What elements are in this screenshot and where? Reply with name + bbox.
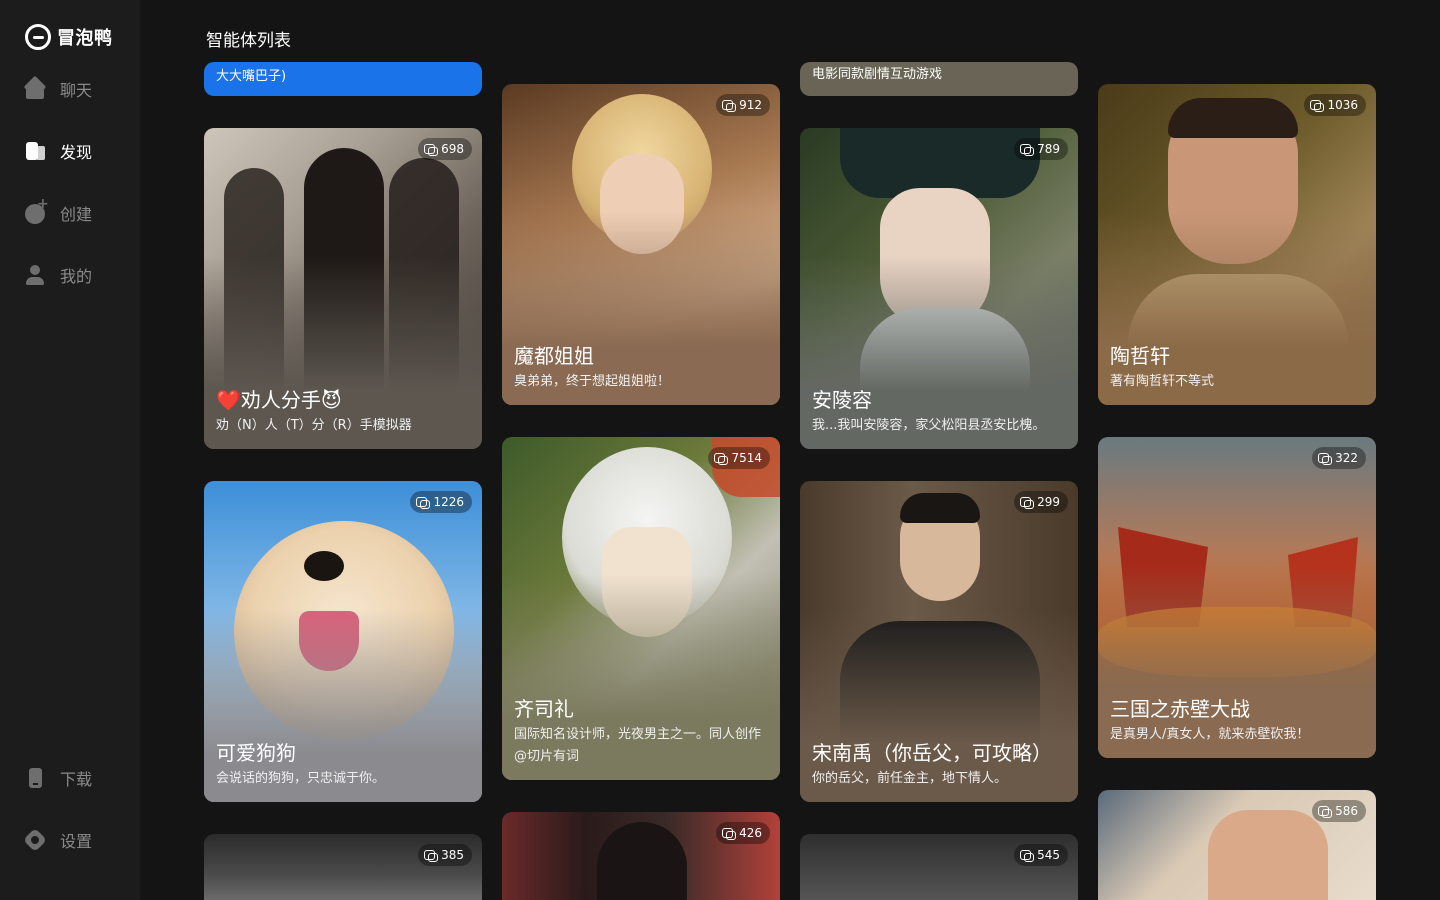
sidebar-item-download[interactable]: 下载 [24, 766, 92, 790]
agent-card-desc: 你的岳父，前任金主，地下情人。 [812, 771, 1008, 786]
agent-card[interactable]: 大大嘴巴子) [204, 62, 482, 96]
chat-bubble-icon [1310, 99, 1325, 112]
chat-count: 789 [1037, 142, 1060, 156]
agent-card-desc: 国际知名设计师，光夜男主之一。同人创作@切片有词 [514, 727, 762, 764]
agent-card[interactable]: 698 ❤️劝人分手😈 劝（N）人（T）分（R）手模拟器 [204, 128, 482, 449]
logo-text: 冒泡鸭 [57, 28, 113, 49]
sidebar-item-create[interactable]: 创建 [24, 196, 93, 225]
chat-count-badge: 545 [1014, 844, 1068, 866]
agent-card-name: 三国之赤壁大战 [1110, 697, 1250, 721]
agent-card-name: 陶哲轩 [1110, 344, 1170, 368]
create-icon [24, 196, 49, 224]
agent-card-name: 齐司礼 [514, 697, 574, 721]
chat-count: 7514 [731, 451, 762, 465]
chat-bubble-icon [722, 99, 737, 112]
chat-count-badge: 322 [1312, 447, 1366, 469]
chat-home-icon [24, 78, 46, 100]
chat-count-badge: 789 [1014, 138, 1068, 160]
agent-card-name: 安陵容 [812, 388, 872, 412]
agent-card-desc: 电影同款剧情互动游戏 [812, 67, 943, 82]
download-icon [24, 767, 46, 789]
agent-card-desc: 我...我叫安陵容，家父松阳县丞安比槐。 [812, 418, 1046, 433]
chat-bubble-icon [1318, 805, 1333, 818]
sidebar: 冒泡鸭 聊天 发现 创建 我的 下载 设置 [0, 0, 140, 900]
chat-bubble-icon [722, 827, 737, 840]
page-title: 智能体列表 [206, 31, 291, 51]
agent-card[interactable]: 385 [204, 834, 482, 900]
discover-icon [24, 140, 46, 162]
agent-card-desc: 劝（N）人（T）分（R）手模拟器 [216, 418, 412, 433]
agent-card-desc: 大大嘴巴子) [216, 69, 287, 84]
agent-card-desc: 臭弟弟，终于想起姐姐啦！ [514, 374, 671, 389]
chat-count: 426 [739, 826, 762, 840]
agent-card[interactable]: 电影同款剧情互动游戏 [800, 62, 1078, 96]
agent-card-name: 宋南禹（你岳父，可攻略） [812, 741, 1052, 765]
agent-card[interactable]: 789 安陵容 我...我叫安陵容，家父松阳县丞安比槐。 [800, 128, 1078, 449]
agent-card-desc: 著有陶哲轩不等式 [1110, 374, 1215, 389]
agent-card[interactable]: 299 宋南禹（你岳父，可攻略） 你的岳父，前任金主，地下情人。 [800, 481, 1078, 802]
agent-card[interactable]: 426 [502, 812, 780, 900]
agent-card[interactable]: 545 [800, 834, 1078, 900]
chat-count: 385 [441, 848, 464, 862]
chat-count-badge: 1226 [410, 491, 472, 513]
profile-icon [24, 264, 46, 286]
chat-count-badge: 1036 [1304, 94, 1366, 116]
logo-icon [25, 24, 51, 50]
chat-bubble-icon [1020, 849, 1035, 862]
agent-card[interactable]: 586 [1098, 790, 1376, 900]
sidebar-item-label: 创建 [60, 205, 93, 224]
agent-card-name: 魔都姐姐 [514, 344, 594, 368]
agent-card-name: 可爱狗狗 [216, 741, 296, 765]
chat-count: 545 [1037, 848, 1060, 862]
sidebar-item-label: 聊天 [60, 81, 93, 100]
agent-card-desc: 会说话的狗狗，只忠诚于你。 [216, 771, 386, 786]
chat-bubble-icon [1318, 452, 1333, 465]
sidebar-item-label: 我的 [60, 267, 93, 286]
sidebar-item-mine[interactable]: 我的 [24, 263, 92, 287]
chat-count-badge: 7514 [708, 447, 770, 469]
agent-card[interactable]: 1226 可爱狗狗 会说话的狗狗，只忠诚于你。 [204, 481, 482, 802]
chat-bubble-icon [416, 496, 431, 509]
agent-card[interactable]: 7514 齐司礼 国际知名设计师，光夜男主之一。同人创作@切片有词 [502, 437, 780, 780]
chat-count-badge: 586 [1312, 800, 1366, 822]
chat-count: 1226 [433, 495, 464, 509]
chat-count-badge: 385 [418, 844, 472, 866]
chat-count-badge: 426 [716, 822, 770, 844]
sidebar-item-label: 下载 [60, 770, 93, 789]
chat-count: 322 [1335, 451, 1358, 465]
chat-count: 586 [1335, 804, 1358, 818]
app-root: 冒泡鸭 聊天 发现 创建 我的 下载 设置 智能体列表 大大嘴巴子) [0, 0, 1440, 900]
agent-card[interactable]: 1036 陶哲轩 著有陶哲轩不等式 [1098, 84, 1376, 405]
sidebar-item-label: 设置 [60, 832, 93, 851]
agent-card[interactable]: 912 魔都姐姐 臭弟弟，终于想起姐姐啦！ [502, 84, 780, 405]
chat-bubble-icon [714, 452, 729, 465]
chat-count-badge: 912 [716, 94, 770, 116]
chat-bubble-icon [1020, 496, 1035, 509]
sidebar-item-label: 发现 [60, 143, 93, 162]
sidebar-item-discover[interactable]: 发现 [24, 139, 92, 163]
chat-bubble-icon [424, 143, 439, 156]
chat-bubble-icon [1020, 143, 1035, 156]
chat-count: 1036 [1327, 98, 1358, 112]
sidebar-item-chat[interactable]: 聊天 [24, 77, 92, 101]
settings-icon [24, 829, 46, 851]
chat-count: 912 [739, 98, 762, 112]
agent-card[interactable]: 322 三国之赤壁大战 是真男人/真女人，就来赤壁砍我！ [1098, 437, 1376, 758]
app-logo[interactable]: 冒泡鸭 [25, 24, 113, 50]
agent-card-desc: 是真男人/真女人，就来赤壁砍我！ [1110, 727, 1310, 742]
chat-count-badge: 299 [1014, 491, 1068, 513]
sidebar-item-settings[interactable]: 设置 [24, 828, 92, 852]
chat-bubble-icon [424, 849, 439, 862]
chat-count: 698 [441, 142, 464, 156]
agent-card-name: ❤️劝人分手😈 [216, 388, 342, 412]
chat-count-badge: 698 [418, 138, 472, 160]
chat-count: 299 [1037, 495, 1060, 509]
